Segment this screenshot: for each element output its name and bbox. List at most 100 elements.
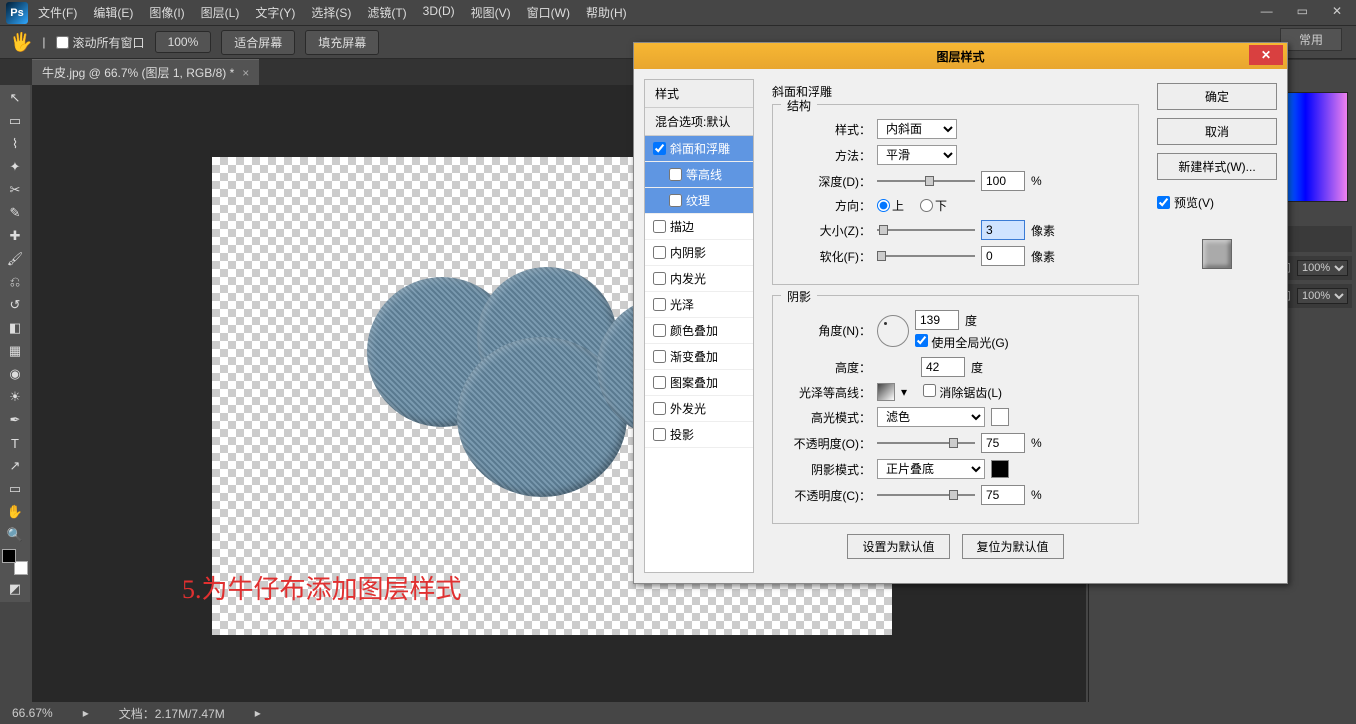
minimize-button[interactable]: — xyxy=(1253,2,1281,20)
eraser-tool[interactable]: ◧ xyxy=(0,317,30,339)
menu-item[interactable]: 帮助(H) xyxy=(578,1,635,24)
path-select-tool[interactable]: ↗ xyxy=(0,455,30,477)
style-item-patternoverlay[interactable]: 图案叠加 xyxy=(645,370,753,396)
dodge-tool[interactable]: ☀ xyxy=(0,386,30,408)
shadow-opacity-slider[interactable] xyxy=(877,488,975,502)
highlight-mode-select[interactable]: 滤色 xyxy=(877,407,985,427)
style-item-stroke[interactable]: 描边 xyxy=(645,214,753,240)
direction-up-radio[interactable]: 上 xyxy=(877,197,904,214)
menu-item[interactable]: 图像(I) xyxy=(141,1,192,24)
menu-item[interactable]: 视图(V) xyxy=(463,1,519,24)
wand-tool[interactable]: ✦ xyxy=(0,156,30,178)
crop-tool[interactable]: ✂ xyxy=(0,179,30,201)
altitude-input[interactable] xyxy=(921,357,965,377)
fill-screen-button[interactable]: 填充屏幕 xyxy=(305,30,379,55)
zoom-status[interactable]: 66.67% xyxy=(12,706,53,720)
highlight-opacity-input[interactable] xyxy=(981,433,1025,453)
shadow-opacity-input[interactable] xyxy=(981,485,1025,505)
close-button[interactable]: ✕ xyxy=(1324,2,1350,20)
new-style-button[interactable]: 新建样式(W)... xyxy=(1157,153,1277,180)
maximize-button[interactable]: ▭ xyxy=(1289,2,1316,20)
menu-item[interactable]: 3D(D) xyxy=(415,1,463,24)
menu-item[interactable]: 图层(L) xyxy=(193,1,248,24)
hand-tool[interactable]: ✋ xyxy=(0,501,30,523)
style-item-gradientoverlay[interactable]: 渐变叠加 xyxy=(645,344,753,370)
brush-tool[interactable]: 🖌 xyxy=(0,248,30,270)
gloss-contour-swatch[interactable] xyxy=(877,383,895,401)
technique-select[interactable]: 平滑 xyxy=(877,145,957,165)
fg-bg-swatch[interactable] xyxy=(0,547,30,577)
shape-tool[interactable]: ▭ xyxy=(0,478,30,500)
style-item-texture[interactable]: 纹理 xyxy=(645,188,753,214)
scroll-all-checkbox[interactable]: 滚动所有窗口 xyxy=(56,34,145,51)
size-input[interactable] xyxy=(981,220,1025,240)
size-slider[interactable] xyxy=(877,223,975,237)
style-item-dropshadow[interactable]: 投影 xyxy=(645,422,753,448)
angle-dial[interactable] xyxy=(877,315,909,347)
shadow-color-swatch[interactable] xyxy=(991,460,1009,478)
dialog-close-button[interactable]: ✕ xyxy=(1249,45,1283,65)
dialog-settings: 斜面和浮雕 结构 样式： 内斜面 方法： 平滑 深度(D)： % 方向： 上 下… xyxy=(762,79,1149,573)
antialias-checkbox[interactable]: 消除锯齿(L) xyxy=(923,384,1002,401)
divider: | xyxy=(42,35,45,49)
quickmask-toggle[interactable]: ◩ xyxy=(0,578,30,600)
set-default-button[interactable]: 设置为默认值 xyxy=(847,534,949,559)
move-tool[interactable]: ↖ xyxy=(0,87,30,109)
highlight-color-swatch[interactable] xyxy=(991,408,1009,426)
doc-tab-label: 牛皮.jpg @ 66.7% (图层 1, RGB/8) * xyxy=(42,64,234,81)
dialog-title: 图层样式 xyxy=(936,48,984,65)
soften-slider[interactable] xyxy=(877,249,975,263)
layer-style-dialog: 图层样式 ✕ 样式 混合选项:默认 斜面和浮雕等高线纹理描边内阴影内发光光泽颜色… xyxy=(633,42,1288,584)
style-item-innershadow[interactable]: 内阴影 xyxy=(645,240,753,266)
depth-slider[interactable] xyxy=(877,174,975,188)
bevel-style-select[interactable]: 内斜面 xyxy=(877,119,957,139)
gradient-tool[interactable]: ▦ xyxy=(0,340,30,362)
ok-button[interactable]: 确定 xyxy=(1157,83,1277,110)
direction-down-radio[interactable]: 下 xyxy=(920,197,947,214)
menu-item[interactable]: 文字(Y) xyxy=(247,1,303,24)
pen-tool[interactable]: ✒ xyxy=(0,409,30,431)
style-item-innerglow[interactable]: 内发光 xyxy=(645,266,753,292)
style-item-satin[interactable]: 光泽 xyxy=(645,292,753,318)
lasso-tool[interactable]: ⌇ xyxy=(0,133,30,155)
styles-header[interactable]: 样式 xyxy=(645,80,753,108)
highlight-opacity-slider[interactable] xyxy=(877,436,975,450)
marquee-tool[interactable]: ▭ xyxy=(0,110,30,132)
style-item-bevel[interactable]: 斜面和浮雕 xyxy=(645,136,753,162)
style-item-contour[interactable]: 等高线 xyxy=(645,162,753,188)
dialog-titlebar[interactable]: 图层样式 ✕ xyxy=(634,43,1287,69)
eyedropper-tool[interactable]: ✎ xyxy=(0,202,30,224)
menu-item[interactable]: 滤镜(T) xyxy=(359,1,414,24)
menu-item[interactable]: 选择(S) xyxy=(303,1,359,24)
global-light-checkbox[interactable]: 使用全局光(G) xyxy=(915,334,1009,351)
menu-item[interactable]: 编辑(E) xyxy=(85,1,141,24)
toolbox: ↖ ▭ ⌇ ✦ ✂ ✎ ✚ 🖌 ⎌ ↺ ◧ ▦ ◉ ☀ ✒ T ↗ ▭ ✋ 🔍 … xyxy=(0,85,30,602)
healing-tool[interactable]: ✚ xyxy=(0,225,30,247)
soften-input[interactable] xyxy=(981,246,1025,266)
style-item-coloroverlay[interactable]: 颜色叠加 xyxy=(645,318,753,344)
document-tab[interactable]: 牛皮.jpg @ 66.7% (图层 1, RGB/8) * × xyxy=(32,59,259,85)
preview-checkbox[interactable]: 预览(V) xyxy=(1157,194,1277,211)
close-tab-icon[interactable]: × xyxy=(242,66,249,80)
blend-options[interactable]: 混合选项:默认 xyxy=(645,108,753,136)
depth-input[interactable] xyxy=(981,171,1025,191)
fit-screen-button[interactable]: 适合屏幕 xyxy=(221,30,295,55)
blur-tool[interactable]: ◉ xyxy=(0,363,30,385)
type-tool[interactable]: T xyxy=(0,432,30,454)
shadow-mode-select[interactable]: 正片叠底 xyxy=(877,459,985,479)
window-controls: — ▭ ✕ xyxy=(1253,2,1350,20)
zoom-level[interactable]: 100% xyxy=(155,31,212,53)
style-item-outerglow[interactable]: 外发光 xyxy=(645,396,753,422)
section-title: 斜面和浮雕 xyxy=(772,83,1139,100)
angle-input[interactable] xyxy=(915,310,959,330)
preview-swatch xyxy=(1157,219,1277,289)
workspace-selector[interactable]: 常用 xyxy=(1280,28,1342,51)
menu-item[interactable]: 文件(F) xyxy=(30,1,85,24)
zoom-tool[interactable]: 🔍 xyxy=(0,524,30,546)
history-brush-tool[interactable]: ↺ xyxy=(0,294,30,316)
cancel-button[interactable]: 取消 xyxy=(1157,118,1277,145)
reset-default-button[interactable]: 复位为默认值 xyxy=(962,534,1064,559)
menu-item[interactable]: 窗口(W) xyxy=(519,1,578,24)
stamp-tool[interactable]: ⎌ xyxy=(0,271,30,293)
annotation-text: 5.为牛仔布添加图层样式 xyxy=(182,569,462,606)
